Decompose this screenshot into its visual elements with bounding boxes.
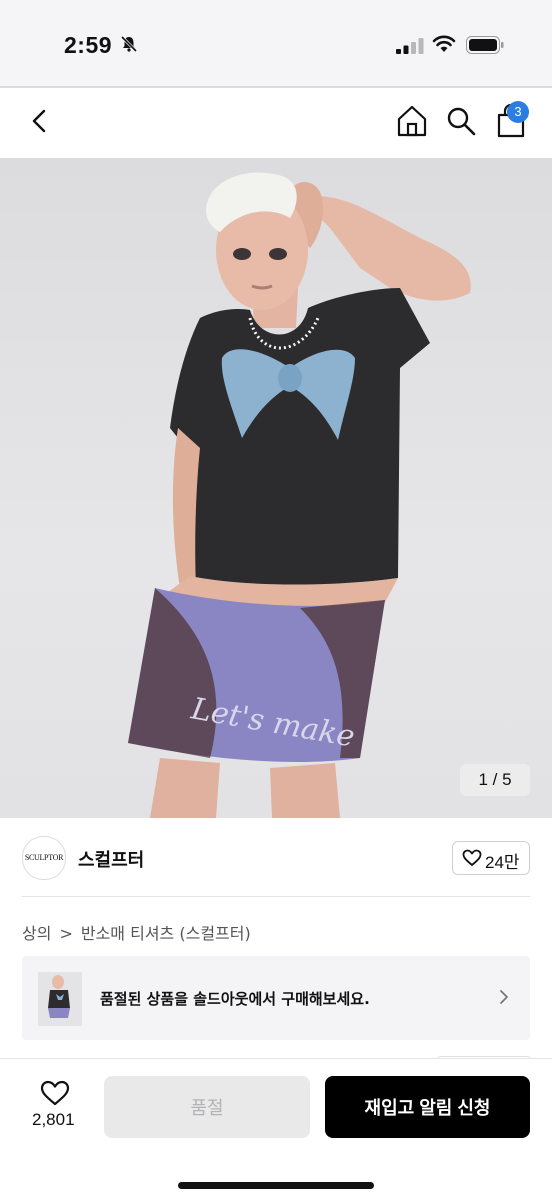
soldout-button: 품절	[104, 1076, 310, 1138]
status-bar: 2:59	[0, 0, 552, 86]
product-image[interactable]: Let's make	[0, 158, 552, 818]
wifi-icon	[432, 35, 456, 52]
restock-alert-button[interactable]: 재입고 알림 신청	[325, 1076, 530, 1138]
image-pager[interactable]: 1 / 5	[460, 764, 530, 796]
breadcrumb: 상의 > 반소매 티셔츠 (스컬프터)	[22, 920, 251, 944]
silent-bell-icon	[120, 35, 138, 53]
status-time: 2:59	[64, 32, 113, 58]
brand-name[interactable]: 스컬프터	[78, 846, 144, 872]
wishlist-heart-icon[interactable]	[40, 1080, 70, 1106]
back-arrow-icon[interactable]	[26, 106, 52, 136]
brand-like-count: 24만	[485, 853, 520, 872]
brand-logo[interactable]: SCULPTOR	[22, 836, 66, 880]
soldout-banner-text: 품절된 상품을 솔드아웃에서 구매해보세요.	[100, 990, 370, 1008]
soldout-banner[interactable]: 품절된 상품을 솔드아웃에서 구매해보세요.	[22, 956, 530, 1040]
brand-like-button[interactable]: 24만	[452, 841, 530, 875]
breadcrumb-chevron-icon: >	[59, 924, 73, 943]
top-nav-bar: 3	[0, 88, 552, 158]
breadcrumb-subcategory[interactable]: 반소매 티셔츠 (스컬프터)	[81, 920, 251, 944]
search-icon[interactable]	[446, 106, 476, 136]
home-icon[interactable]	[396, 104, 428, 138]
cellular-signal-icon	[396, 38, 424, 54]
battery-icon	[466, 36, 504, 54]
wishlist-count: 2,801	[32, 1110, 75, 1129]
breadcrumb-category[interactable]: 상의	[22, 920, 51, 944]
model-photo: Let's make	[128, 172, 471, 818]
chevron-right-icon	[500, 990, 508, 1004]
section-divider	[22, 896, 530, 897]
product-thumbnail	[38, 972, 82, 1026]
heart-outline-icon	[462, 849, 482, 866]
home-indicator[interactable]	[178, 1182, 374, 1189]
cart-count-badge: 3	[507, 101, 529, 123]
